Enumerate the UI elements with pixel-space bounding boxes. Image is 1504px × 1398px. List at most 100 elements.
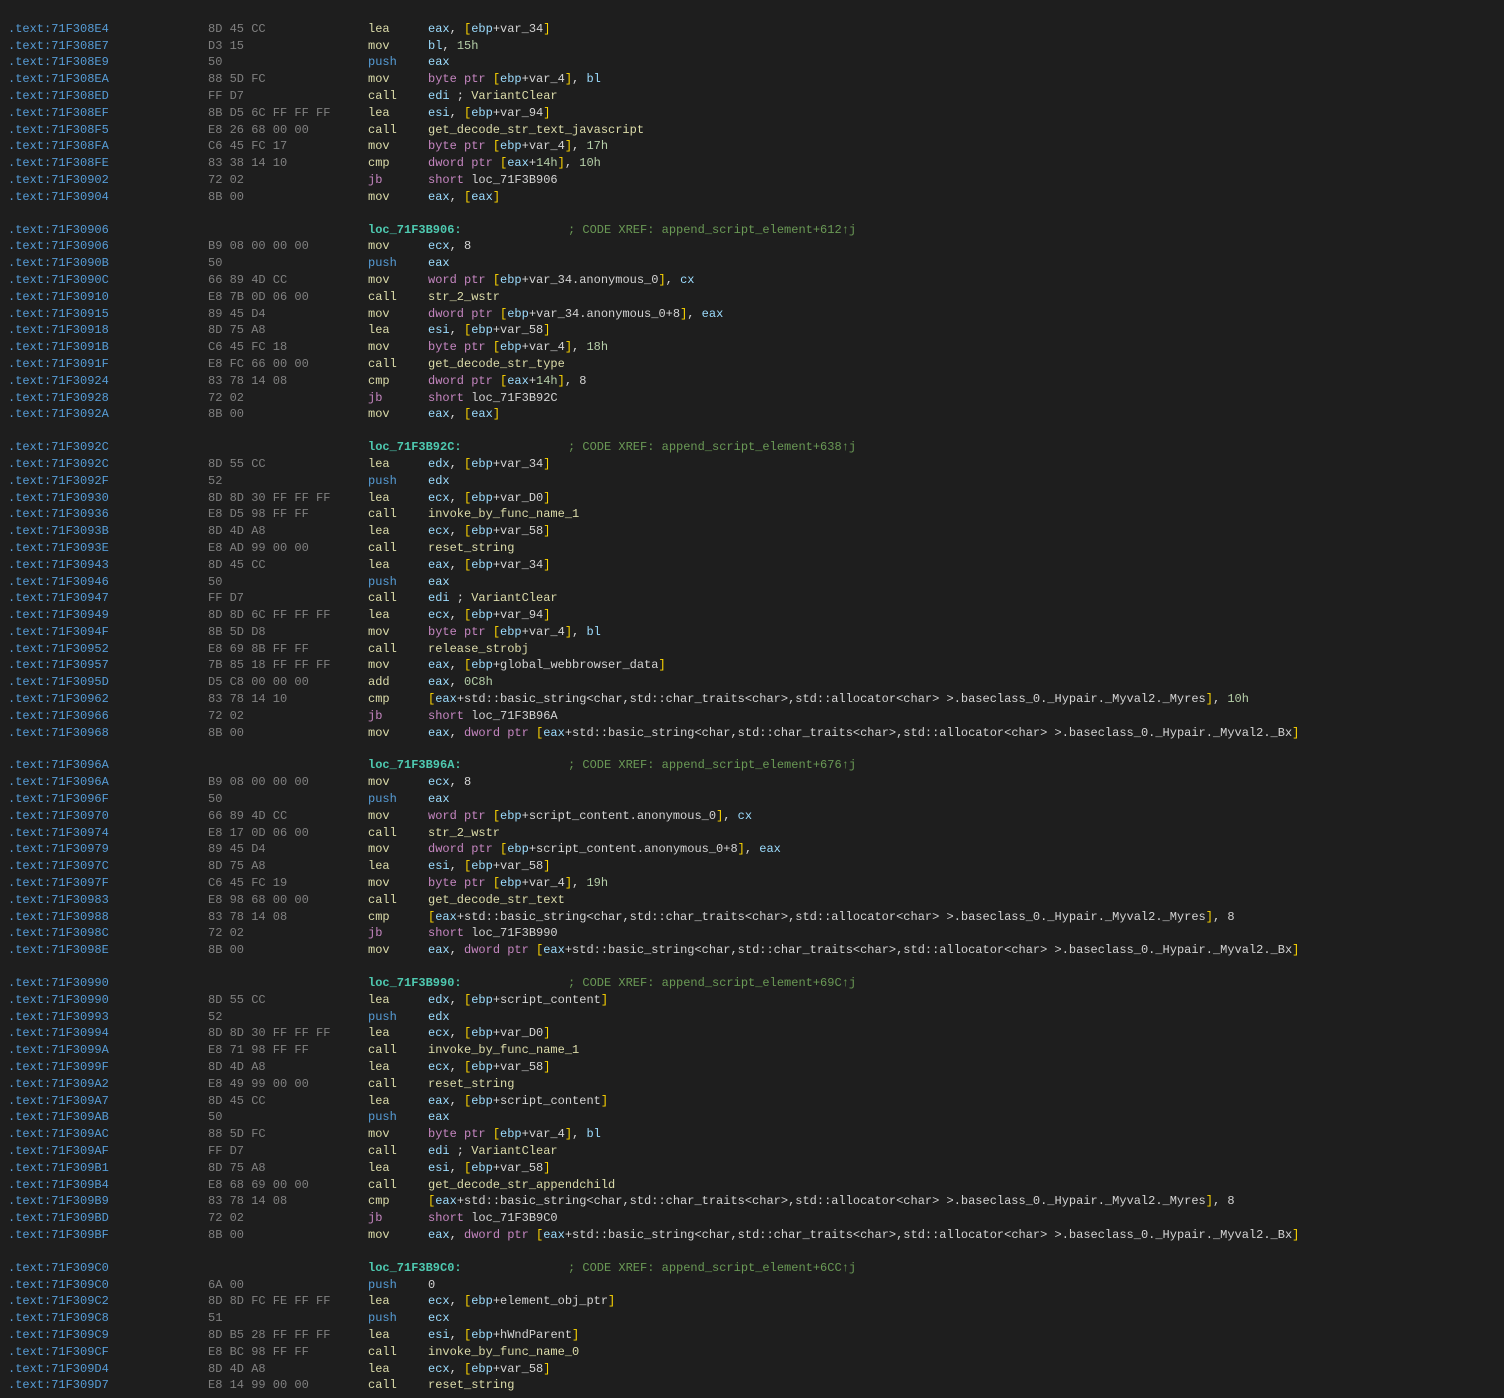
operands: reset_string	[428, 1377, 514, 1394]
mnemonic: mov	[368, 725, 428, 742]
bytes: E8 71 98 FF FF	[208, 1042, 368, 1059]
bytes: 8B 00	[208, 1227, 368, 1244]
operands: eax, [ebp+script_content]	[428, 1093, 608, 1110]
mnemonic: push	[368, 1109, 428, 1126]
mnemonic: cmp	[368, 691, 428, 708]
disasm-line: .text:71F3092483 78 14 08cmpdword ptr [e…	[8, 373, 1496, 390]
addr: .text:71F30970	[8, 808, 208, 825]
operands: ecx, [ebp+var_58]	[428, 523, 550, 540]
bytes: 8D 45 CC	[208, 1093, 368, 1110]
addr: .text:71F309D7	[8, 1377, 208, 1394]
operands: str_2_wstr	[428, 289, 500, 306]
disasm-line: .text:71F309308D 8D 30 FF FF FFleaecx, […	[8, 490, 1496, 507]
addr: .text:71F30906	[8, 238, 208, 255]
operands: invoke_by_func_name_1	[428, 506, 579, 523]
bytes: E8 49 99 00 00	[208, 1076, 368, 1093]
operands: eax, dword ptr [eax+std::basic_string<ch…	[428, 1227, 1299, 1244]
bytes: E8 68 69 00 00	[208, 1177, 368, 1194]
bytes: 72 02	[208, 925, 368, 942]
operands: str_2_wstr	[428, 825, 500, 842]
addr: .text:71F309CF	[8, 1344, 208, 1361]
disasm-label-line: .text:71F3096Aloc_71F3B96A:; CODE XREF: …	[8, 757, 1496, 774]
mnemonic: mov	[368, 238, 428, 255]
addr: .text:71F30936	[8, 506, 208, 523]
addr: .text:71F3099F	[8, 1059, 208, 1076]
addr: .text:71F3091F	[8, 356, 208, 373]
operands: ecx, 8	[428, 238, 471, 255]
disasm-line: .text:71F309188D 75 A8leaesi, [ebp+var_5…	[8, 322, 1496, 339]
disasm-line: .text:71F3098C72 02jbshort loc_71F3B990	[8, 925, 1496, 942]
addr: .text:71F3090C	[8, 272, 208, 289]
disasm-label-line: .text:71F3092Cloc_71F3B92C:; CODE XREF: …	[8, 439, 1496, 456]
mnemonic: mov	[368, 406, 428, 423]
operands: get_decode_str_type	[428, 356, 565, 373]
mnemonic: mov	[368, 808, 428, 825]
operands: edi ; VariantClear	[428, 590, 558, 607]
operands: eax	[428, 791, 450, 808]
addr: .text:71F309BD	[8, 1210, 208, 1227]
mnemonic: mov	[368, 774, 428, 791]
mnemonic: jb	[368, 172, 428, 189]
mnemonic: push	[368, 473, 428, 490]
operands: edi ; VariantClear	[428, 1143, 558, 1160]
disasm-line: .text:71F3099F8D 4D A8leaecx, [ebp+var_5…	[8, 1059, 1496, 1076]
addr: .text:71F308FE	[8, 155, 208, 172]
addr: .text:71F30990	[8, 992, 208, 1009]
addr: .text:71F309C0	[8, 1277, 208, 1294]
mnemonic: lea	[368, 1327, 428, 1344]
disasm-line: .text:71F309CFE8 BC 98 FF FFcallinvoke_b…	[8, 1344, 1496, 1361]
addr: .text:71F3092A	[8, 406, 208, 423]
disasm-line: .text:71F3092A8B 00moveax, [eax]	[8, 406, 1496, 423]
operands: short loc_71F3B92C	[428, 390, 558, 407]
addr: .text:71F30906	[8, 222, 208, 239]
addr: .text:71F30930	[8, 490, 208, 507]
mnemonic: lea	[368, 456, 428, 473]
addr: .text:71F3092C	[8, 456, 208, 473]
mnemonic: lea	[368, 523, 428, 540]
operands: edx, [ebp+var_34]	[428, 456, 550, 473]
operands: ecx	[428, 1310, 450, 1327]
disasm-line: .text:71F3096F50pusheax	[8, 791, 1496, 808]
disasm-line	[8, 741, 1496, 757]
disasm-container: .text:71F308E48D 45 CCleaeax, [ebp+var_3…	[0, 0, 1504, 1398]
operands: ecx, [ebp+var_58]	[428, 1059, 550, 1076]
operands: bl, 15h	[428, 38, 478, 55]
disasm-line: .text:71F309AC88 5D FCmovbyte ptr [ebp+v…	[8, 1126, 1496, 1143]
loc-label: loc_71F3B92C:	[368, 439, 568, 456]
operands: eax, [eax]	[428, 406, 500, 423]
operands: reset_string	[428, 1076, 514, 1093]
mnemonic: lea	[368, 607, 428, 624]
bytes: 8D 8D 6C FF FF FF	[208, 607, 368, 624]
disasm-line: .text:71F3090272 02jbshort loc_71F3B906	[8, 172, 1496, 189]
bytes: 8D 45 CC	[208, 21, 368, 38]
loc-label: loc_71F3B906:	[368, 222, 568, 239]
xref-comment: ; CODE XREF: append_script_element+676↑j	[568, 757, 856, 774]
bytes: 66 89 4D CC	[208, 272, 368, 289]
addr: .text:71F309B1	[8, 1160, 208, 1177]
addr: .text:71F30979	[8, 841, 208, 858]
operands: edi ; VariantClear	[428, 88, 558, 105]
operands: esi, [ebp+var_94]	[428, 105, 550, 122]
disasm-line: .text:71F309498D 8D 6C FF FF FFleaecx, […	[8, 607, 1496, 624]
bytes: 66 89 4D CC	[208, 808, 368, 825]
addr: .text:71F3099A	[8, 1042, 208, 1059]
bytes: E8 FC 66 00 00	[208, 356, 368, 373]
mnemonic: cmp	[368, 1193, 428, 1210]
addr: .text:71F30902	[8, 172, 208, 189]
bytes: 8D 8D 30 FF FF FF	[208, 1025, 368, 1042]
disasm-line: .text:71F3091BC6 45 FC 18movbyte ptr [eb…	[8, 339, 1496, 356]
disasm-line: .text:71F3097989 45 D4movdword ptr [ebp+…	[8, 841, 1496, 858]
bytes: 52	[208, 1009, 368, 1026]
disasm-line: .text:71F308EDFF D7calledi ; VariantClea…	[8, 88, 1496, 105]
disasm-line: .text:71F309908D 55 CCleaedx, [ebp+scrip…	[8, 992, 1496, 1009]
mnemonic: call	[368, 289, 428, 306]
operands: eax, dword ptr [eax+std::basic_string<ch…	[428, 942, 1299, 959]
disasm-line: .text:71F308F5E8 26 68 00 00callget_deco…	[8, 122, 1496, 139]
disasm-line: .text:71F3094650pusheax	[8, 574, 1496, 591]
bytes: 8D 4D A8	[208, 1361, 368, 1378]
operands: release_strobj	[428, 641, 529, 658]
disasm-line: .text:71F309048B 00moveax, [eax]	[8, 189, 1496, 206]
disasm-line: .text:71F3093B8D 4D A8leaecx, [ebp+var_5…	[8, 523, 1496, 540]
addr: .text:71F30910	[8, 289, 208, 306]
bytes: 8D 4D A8	[208, 1059, 368, 1076]
